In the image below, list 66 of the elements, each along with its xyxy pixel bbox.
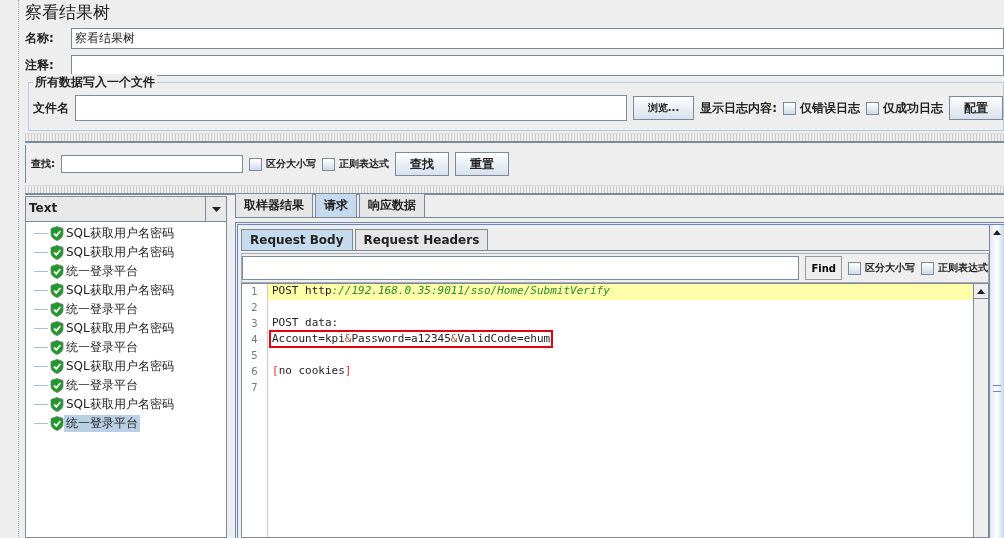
tree-item[interactable]: 统一登录平台 [64,263,140,280]
tree-item[interactable]: SQL获取用户名密码 [64,396,176,413]
search-button[interactable]: 查找 [395,152,449,176]
checkbox[interactable]: 仅错误日志 [783,99,860,117]
checkbox[interactable]: 仅成功日志 [866,99,943,117]
checkbox[interactable]: 区分大小写 [249,157,316,171]
code-line: [no cookies] [271,363,353,379]
tab[interactable]: 请求 [315,193,357,217]
line-number: 1 [250,285,259,299]
shield-check-icon [50,283,64,298]
code-line: POST http://192.168.0.35:9011/sso/Home/SubmitVerify [271,283,611,299]
shield-check-icon [50,397,64,412]
shield-check-icon [50,245,64,260]
search-label: 查找: [31,157,55,171]
line-number: 2 [250,301,259,315]
splitter[interactable] [25,133,1004,143]
shield-check-icon [50,378,64,393]
tree-item[interactable]: SQL获取用户名密码 [64,244,176,261]
code-line: POST data: [271,315,340,331]
caret-icon [211,206,221,212]
scrollbar[interactable] [973,284,988,537]
shield-check-icon [50,359,64,374]
name-field[interactable]: 察看结果树 [71,28,1004,49]
reset-button[interactable]: 重置 [455,152,509,176]
find-field[interactable] [242,256,800,280]
tree-item[interactable]: SQL获取用户名密码 [64,225,176,242]
line-number: 4 [250,333,259,347]
checkbox[interactable]: 区分大小写 [848,261,915,275]
tab[interactable]: Request Headers [354,229,489,250]
shield-check-icon [50,264,64,279]
group-title: 所有数据写入一个文件 [33,74,157,91]
shield-check-icon [50,321,64,336]
shield-check-icon [50,340,64,355]
scrollbar[interactable] [989,225,1004,538]
field-label: 文件名 [33,99,69,117]
browse-button[interactable]: 浏览... [632,96,695,120]
field-label: 注释: [25,57,55,74]
config-button[interactable]: 配置 [949,96,1003,120]
tree-item[interactable]: 统一登录平台 [64,415,140,432]
tree-item[interactable]: 统一登录平台 [64,301,140,318]
renderer-dropdown[interactable]: Text [26,197,226,222]
shield-check-icon [50,302,64,317]
field-label: 名称: [25,30,55,47]
line-number: 6 [250,365,259,379]
comment-field[interactable] [71,55,1004,76]
shield-check-icon [50,416,64,431]
tab[interactable]: Request Body [241,229,353,250]
tree-item[interactable]: SQL获取用户名密码 [64,358,176,375]
line-number: 5 [250,349,259,363]
line-number: 3 [250,317,259,331]
filename-field[interactable] [75,95,627,121]
tree-item[interactable]: SQL获取用户名密码 [64,320,176,337]
splitter[interactable] [25,185,1004,195]
log-label: 显示日志内容: [700,99,777,117]
panel-title: 察看结果树 [25,1,111,23]
tree-item[interactable]: SQL获取用户名密码 [64,282,176,299]
tab[interactable]: 取样器结果 [235,193,313,217]
checkbox[interactable]: 正则表达式 [322,157,389,171]
find-button[interactable]: Find [805,256,842,280]
tab[interactable]: 响应数据 [359,193,425,217]
line-number: 7 [250,381,259,395]
tree-item[interactable]: 统一登录平台 [64,339,140,356]
shield-check-icon [50,226,64,241]
checkbox[interactable]: 正则表达式 [921,261,988,275]
search-field[interactable] [61,155,243,173]
tree-item[interactable]: 统一登录平台 [64,377,140,394]
